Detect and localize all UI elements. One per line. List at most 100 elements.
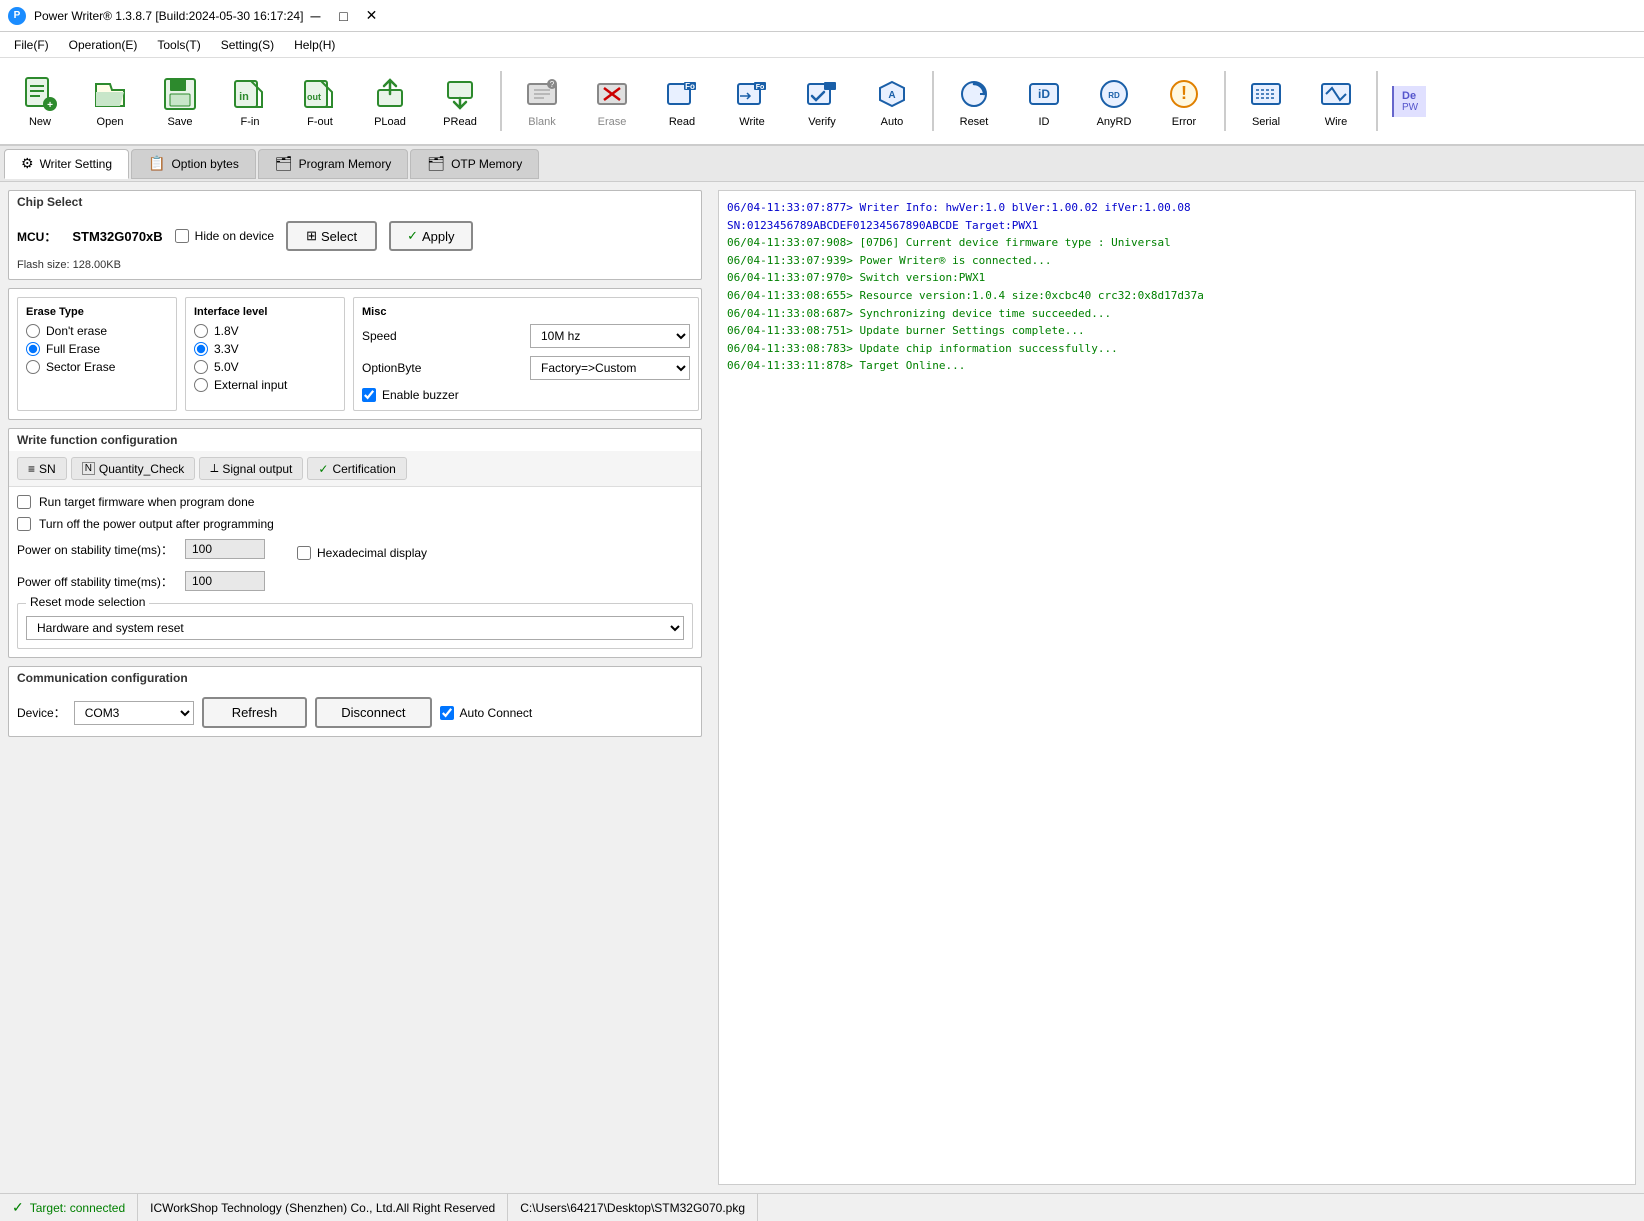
toolbar-verify-button[interactable]: Verify (788, 62, 856, 140)
toolbar-fout-label: F-out (307, 116, 333, 128)
func-tabs: ≡ SN N Quantity_Check ⟂ Signal output ✓ … (9, 451, 701, 487)
toolbar-id-button[interactable]: iD ID (1010, 62, 1078, 140)
disconnect-button[interactable]: Disconnect (315, 697, 431, 728)
turn-off-power-label: Turn off the power output after programm… (39, 517, 274, 531)
write-function-title: Write function configuration (9, 429, 701, 451)
voltage-18-option: 1.8V (194, 324, 336, 338)
external-input-radio[interactable] (194, 378, 208, 392)
svg-text:out: out (307, 92, 321, 102)
run-firmware-checkbox[interactable] (17, 495, 31, 509)
tab-writer-setting-label: Writer Setting (40, 157, 112, 171)
func-tab-sn[interactable]: ≡ SN (17, 457, 67, 480)
toolbar-wire-button[interactable]: Wire (1302, 62, 1370, 140)
close-button[interactable]: ✕ (359, 6, 383, 26)
minimize-button[interactable]: ─ (303, 6, 327, 26)
menu-file[interactable]: File(F) (4, 32, 59, 57)
misc-title: Misc (362, 306, 690, 318)
status-connected-label: Target: connected (30, 1201, 125, 1215)
voltage-50-option: 5.0V (194, 360, 336, 374)
toolbar-open-button[interactable]: Open (76, 62, 144, 140)
toolbar-new-button[interactable]: + New (6, 62, 74, 140)
device-label: Device： (17, 704, 66, 721)
buzzer-label: Enable buzzer (382, 388, 459, 402)
log-line-9: 06/04-11:33:11:878> Target Online... (727, 357, 1627, 375)
otp-memory-icon: 🗂 (427, 155, 445, 172)
error-icon: ! (1164, 74, 1204, 114)
tab-option-bytes[interactable]: 📋 Option bytes (131, 149, 256, 179)
tab-program-memory[interactable]: 🗂 Program Memory (258, 149, 408, 179)
power-off-input[interactable] (185, 571, 265, 591)
power-on-input[interactable] (185, 539, 265, 559)
tab-writer-setting[interactable]: ⚙ Writer Setting (4, 149, 129, 179)
hide-on-device-checkbox[interactable] (175, 229, 189, 243)
toolbar-read-button[interactable]: Fo Read (648, 62, 716, 140)
save-icon (160, 74, 200, 114)
speed-select[interactable]: 1M hz5M hz10M hz20M hz (530, 324, 690, 348)
optionbyte-select[interactable]: Factory=>CustomCustomFactory (530, 356, 690, 380)
voltage-18-radio[interactable] (194, 324, 208, 338)
toolbar-anyrd-button[interactable]: RD AnyRD (1080, 62, 1148, 140)
toolbar-reset-button[interactable]: Reset (940, 62, 1008, 140)
toolbar-pload-button[interactable]: PLoad (356, 62, 424, 140)
func-tab-quantity[interactable]: N Quantity_Check (71, 457, 196, 480)
menu-setting[interactable]: Setting(S) (211, 32, 284, 57)
apply-checkmark-icon: ✓ (407, 228, 418, 244)
func-tab-certification[interactable]: ✓ Certification (307, 457, 406, 480)
chip-icon: ⊞ (306, 228, 317, 244)
auto-connect-checkbox[interactable] (440, 706, 454, 720)
status-filepath-segment: C:\Users\64217\Desktop\STM32G070.pkg (508, 1194, 758, 1221)
hide-on-device-group: Hide on device (175, 229, 274, 243)
toolbar-error-label: Error (1172, 116, 1196, 128)
toolbar-save-button[interactable]: Save (146, 62, 214, 140)
run-firmware-row: Run target firmware when program done (17, 495, 693, 509)
buzzer-checkbox[interactable] (362, 388, 376, 402)
svg-text:RD: RD (1108, 91, 1120, 100)
tab-otp-memory[interactable]: 🗂 OTP Memory (410, 149, 539, 179)
toolbar-save-label: Save (167, 116, 192, 128)
maximize-button[interactable]: □ (331, 6, 355, 26)
apply-button[interactable]: ✓ Apply (389, 221, 472, 251)
voltage-33-radio[interactable] (194, 342, 208, 356)
read-icon: Fo (662, 74, 702, 114)
write-function-section: Write function configuration ≡ SN N Quan… (8, 428, 702, 658)
toolbar-error-button[interactable]: ! Error (1150, 62, 1218, 140)
dont-erase-radio[interactable] (26, 324, 40, 338)
sector-erase-radio[interactable] (26, 360, 40, 374)
menu-operation[interactable]: Operation(E) (59, 32, 148, 57)
turn-off-power-checkbox[interactable] (17, 517, 31, 531)
auto-icon: A (872, 74, 912, 114)
reset-mode-select[interactable]: Hardware and system resetSoftware resetN… (26, 616, 684, 640)
func-tab-signal[interactable]: ⟂ Signal output (199, 457, 303, 480)
menu-help[interactable]: Help(H) (284, 32, 345, 57)
toolbar-fin-button[interactable]: in F-in (216, 62, 284, 140)
toolbar-write-button[interactable]: Fo Write (718, 62, 786, 140)
status-company: ICWorkShop Technology (Shenzhen) Co., Lt… (150, 1201, 495, 1215)
toolbar-fout-button[interactable]: out F-out (286, 62, 354, 140)
refresh-button[interactable]: Refresh (202, 697, 308, 728)
log-line-5: 06/04-11:33:08:655> Resource version:1.0… (727, 287, 1627, 305)
certification-label: Certification (332, 462, 395, 476)
dont-erase-option: Don't erase (26, 324, 168, 338)
svg-text:in: in (239, 91, 249, 103)
toolbar-auto-button[interactable]: A Auto (858, 62, 926, 140)
full-erase-radio[interactable] (26, 342, 40, 356)
toolbar-blank-button[interactable]: ? Blank (508, 62, 576, 140)
device-select[interactable]: COM1COM2COM3COM4 (74, 701, 194, 725)
fout-icon: out (300, 74, 340, 114)
auto-connect-group: Auto Connect (440, 706, 533, 720)
voltage-50-radio[interactable] (194, 360, 208, 374)
turn-off-power-row: Turn off the power output after programm… (17, 517, 693, 531)
write-function-body: Run target firmware when program done Tu… (9, 487, 701, 657)
toolbar-fin-label: F-in (241, 116, 260, 128)
toolbar-pread-button[interactable]: PRead (426, 62, 494, 140)
toolbar-erase-button[interactable]: Erase (578, 62, 646, 140)
toolbar-divider-1 (500, 71, 502, 131)
select-button[interactable]: ⊞ Select (286, 221, 377, 251)
erase-type-group: Erase Type Don't erase Full Erase Sector… (17, 297, 177, 411)
hexadecimal-checkbox[interactable] (297, 546, 311, 560)
stability-times-row: Power on stability time(ms)： Hexadecimal… (17, 539, 693, 567)
full-erase-label: Full Erase (46, 342, 100, 356)
menu-tools[interactable]: Tools(T) (147, 32, 210, 57)
toolbar-serial-button[interactable]: Serial (1232, 62, 1300, 140)
dont-erase-label: Don't erase (46, 324, 107, 338)
